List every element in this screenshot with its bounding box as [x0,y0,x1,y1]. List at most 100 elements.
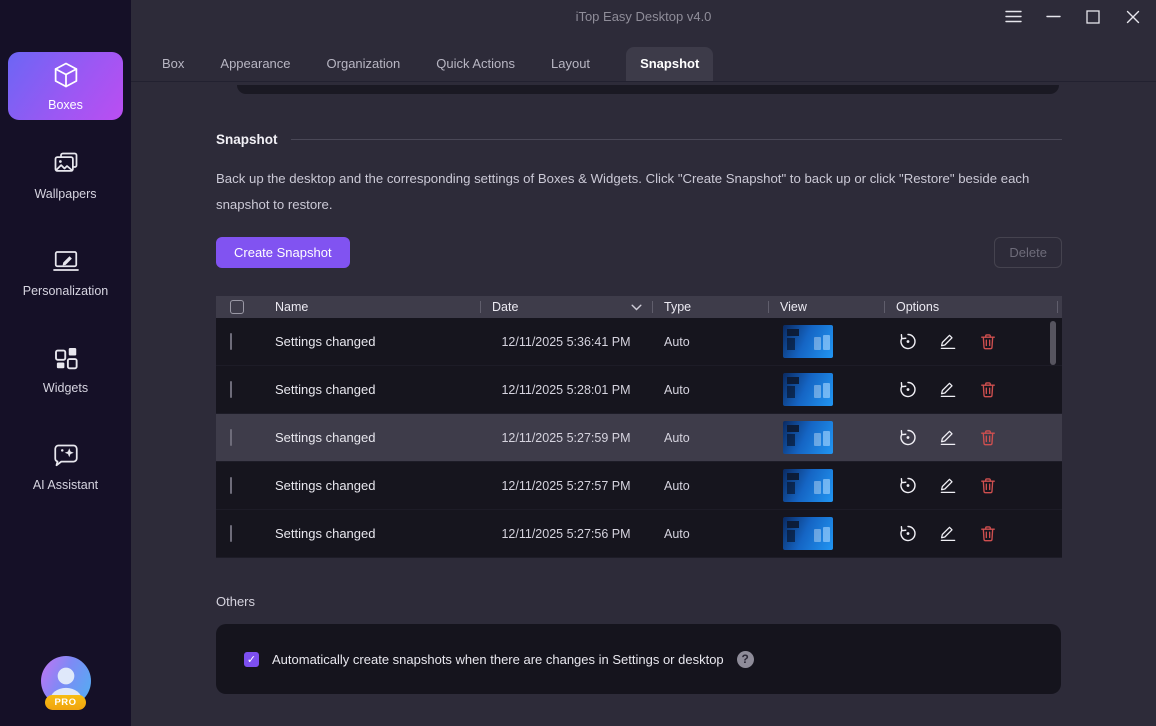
sidebar-item-label: Boxes [48,98,83,112]
snapshot-name: Settings changed [275,334,480,349]
snapshot-section-header: Snapshot [216,132,1062,147]
edit-icon[interactable] [938,380,958,400]
sidebar-item-label: Wallpapers [34,187,96,201]
column-header-options[interactable]: Options [884,296,1062,318]
tab-box[interactable]: Box [162,47,184,81]
main-area: iTop Easy Desktop v4.0 Box Appearance Or… [131,0,1156,726]
restore-icon[interactable] [898,332,918,352]
tab-appearance[interactable]: Appearance [220,47,290,81]
others-card: ✓ Automatically create snapshots when th… [216,624,1061,694]
personalization-icon [51,246,81,276]
section-divider [291,139,1062,140]
snapshot-date: 12/11/2025 5:28:01 PM [480,383,652,397]
edit-icon[interactable] [938,332,958,352]
table-header: Name Date Type View Options [216,296,1062,318]
tab-organization[interactable]: Organization [327,47,401,81]
snapshot-thumbnail[interactable] [783,373,833,406]
snapshot-thumbnail[interactable] [783,469,833,502]
sidebar-item-personalization[interactable]: Personalization [8,240,123,304]
snapshot-type: Auto [652,383,768,397]
create-snapshot-button[interactable]: Create Snapshot [216,237,350,268]
snapshot-thumbnail[interactable] [783,325,833,358]
edit-icon[interactable] [938,428,958,448]
pro-badge[interactable]: PRO [45,695,85,710]
minimize-icon[interactable] [1038,4,1068,30]
snapshot-type: Auto [652,479,768,493]
edit-icon[interactable] [938,524,958,544]
snapshot-thumbnail[interactable] [783,517,833,550]
snapshot-type: Auto [652,431,768,445]
titlebar: iTop Easy Desktop v4.0 [131,0,1156,33]
tab-snapshot[interactable]: Snapshot [626,47,713,81]
tab-quick-actions[interactable]: Quick Actions [436,47,515,81]
delete-icon[interactable] [978,380,998,400]
table-row[interactable]: Settings changed 12/11/2025 5:27:56 PM A… [216,510,1062,558]
column-header-view[interactable]: View [768,296,884,318]
table-row[interactable]: Settings changed 12/11/2025 5:27:59 PM A… [216,414,1062,462]
table-scrollbar[interactable] [1050,321,1056,365]
delete-icon[interactable] [978,428,998,448]
table-row[interactable]: Settings changed 12/11/2025 5:36:41 PM A… [216,318,1062,366]
cube-icon [51,60,81,90]
auto-snapshot-checkbox[interactable]: ✓ [244,652,259,667]
edit-icon[interactable] [938,476,958,496]
column-header-name[interactable]: Name [275,296,480,318]
tabbar: Box Appearance Organization Quick Action… [131,33,1156,82]
snapshot-table: Name Date Type View Options Settings cha… [216,296,1062,558]
snapshot-date: 12/11/2025 5:36:41 PM [480,335,652,349]
help-icon[interactable]: ? [737,651,754,668]
select-all-checkbox[interactable] [230,300,244,314]
snapshot-actions: Create Snapshot Delete [216,237,1062,268]
snapshot-name: Settings changed [275,430,480,445]
row-checkbox[interactable] [230,525,232,542]
sidebar-item-label: AI Assistant [33,478,98,492]
row-checkbox[interactable] [230,381,232,398]
sidebar-item-label: Widgets [43,381,88,395]
delete-icon[interactable] [978,524,998,544]
ai-assistant-icon [51,440,81,470]
snapshot-description: Back up the desktop and the correspondin… [216,166,1062,218]
chevron-down-icon [631,304,642,311]
app-window: Boxes Wallpapers Personal [0,0,1156,726]
wallpapers-icon [51,149,81,179]
snapshot-type: Auto [652,335,768,349]
delete-button[interactable]: Delete [994,237,1062,268]
sidebar-item-boxes[interactable]: Boxes [8,52,123,120]
snapshot-date: 12/11/2025 5:27:59 PM [480,431,652,445]
auto-snapshot-label: Automatically create snapshots when ther… [272,652,724,667]
close-icon[interactable] [1118,4,1148,30]
delete-icon[interactable] [978,476,998,496]
scrolled-card-edge [237,85,1059,94]
window-controls [998,4,1148,30]
table-row[interactable]: Settings changed 12/11/2025 5:28:01 PM A… [216,366,1062,414]
snapshot-name: Settings changed [275,478,480,493]
account-area: PRO [0,656,131,710]
sidebar: Boxes Wallpapers Personal [0,0,131,726]
snapshot-type: Auto [652,527,768,541]
restore-icon[interactable] [898,476,918,496]
snapshot-date: 12/11/2025 5:27:56 PM [480,527,652,541]
snapshot-name: Settings changed [275,382,480,397]
restore-icon[interactable] [898,428,918,448]
column-header-date[interactable]: Date [480,296,652,318]
row-checkbox[interactable] [230,477,232,494]
restore-icon[interactable] [898,380,918,400]
section-title: Snapshot [216,132,278,147]
tab-layout[interactable]: Layout [551,47,590,81]
column-header-type[interactable]: Type [652,296,768,318]
sidebar-item-wallpapers[interactable]: Wallpapers [8,143,123,207]
restore-icon[interactable] [898,524,918,544]
maximize-icon[interactable] [1078,4,1108,30]
row-checkbox[interactable] [230,429,232,446]
snapshot-name: Settings changed [275,526,480,541]
delete-icon[interactable] [978,332,998,352]
sidebar-item-label: Personalization [23,284,108,298]
table-row[interactable]: Settings changed 12/11/2025 5:27:57 PM A… [216,462,1062,510]
snapshot-date: 12/11/2025 5:27:57 PM [480,479,652,493]
menu-icon[interactable] [998,4,1028,30]
sidebar-item-ai-assistant[interactable]: AI Assistant [8,434,123,498]
row-checkbox[interactable] [230,333,232,350]
snapshot-thumbnail[interactable] [783,421,833,454]
sidebar-item-widgets[interactable]: Widgets [8,337,123,401]
widgets-icon [51,343,81,373]
